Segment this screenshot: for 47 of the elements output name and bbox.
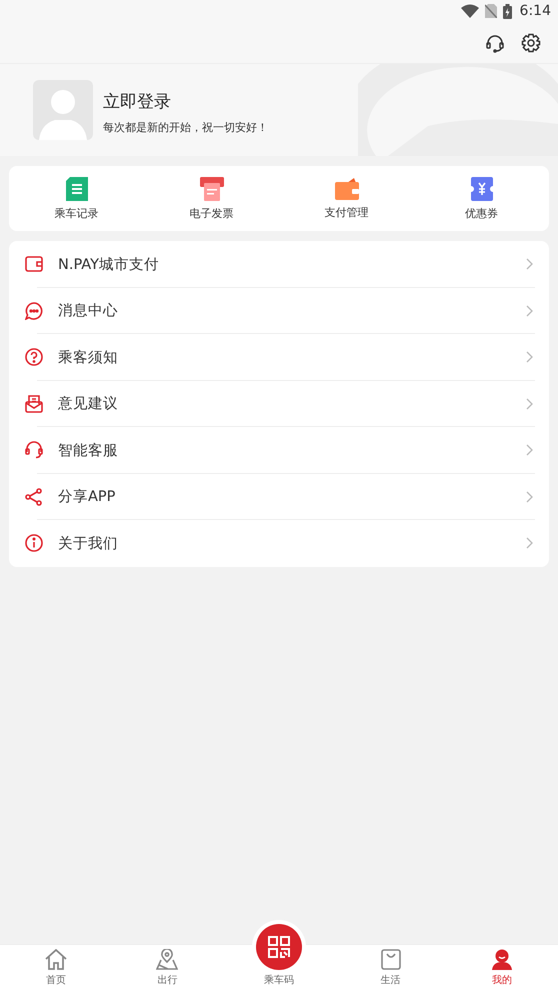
quick-action-label[interactable]: 支付管理: [324, 204, 368, 220]
status-time: 6:14: [520, 3, 551, 19]
menu-item[interactable]: N.PAY城市支付: [58, 254, 526, 274]
headset-icon: [25, 441, 43, 460]
chevron-right-icon: [526, 537, 533, 550]
home-icon[interactable]: [44, 949, 67, 970]
headset-icon[interactable]: [485, 32, 505, 52]
chevron-right-icon: [526, 258, 533, 270]
quick-action-label[interactable]: 乘车记录: [54, 206, 98, 220]
info-icon: [25, 534, 43, 552]
share-icon: [25, 488, 43, 506]
person-icon[interactable]: [491, 949, 514, 970]
menu-item[interactable]: 消息中心: [58, 301, 526, 320]
quick-action-label[interactable]: 优惠券: [465, 206, 498, 220]
menu-item[interactable]: 乘客须知: [58, 348, 526, 367]
tab-label[interactable]: 出行: [157, 973, 178, 987]
tab-label[interactable]: 我的: [492, 973, 512, 987]
chevron-right-icon: [526, 490, 533, 503]
tab-label[interactable]: 首页: [46, 973, 66, 987]
map-pin-icon[interactable]: [156, 949, 178, 970]
menu-item[interactable]: 关于我们: [58, 534, 526, 553]
battery-icon: [502, 4, 512, 18]
printer-icon[interactable]: [200, 176, 224, 200]
mail-icon: [25, 394, 43, 413]
wallet-icon[interactable]: [334, 178, 358, 200]
chevron-right-icon: [526, 304, 533, 317]
chevron-right-icon: [526, 444, 533, 456]
menu-item[interactable]: 智能客服: [58, 440, 526, 460]
wifi-icon: [460, 4, 479, 18]
tab-label[interactable]: 生活: [380, 973, 401, 987]
menu-item[interactable]: 意见建议: [58, 394, 526, 414]
qr-code-button[interactable]: [256, 924, 302, 970]
quick-action-label[interactable]: 电子发票: [190, 206, 234, 220]
login-title[interactable]: 立即登录: [103, 90, 268, 112]
chevron-right-icon: [526, 398, 533, 410]
question-icon: [25, 348, 43, 366]
settings-icon[interactable]: [521, 32, 541, 52]
no-sim-icon: [484, 4, 497, 18]
document-icon[interactable]: [66, 176, 88, 200]
tab-label[interactable]: 乘车码: [264, 973, 294, 987]
chevron-right-icon: [526, 351, 533, 364]
menu-item[interactable]: 分享APP: [58, 487, 526, 506]
wallet-icon: [25, 256, 43, 272]
shopping-bag-icon[interactable]: [380, 949, 401, 970]
coupon-icon[interactable]: [470, 176, 492, 200]
chat-icon: [25, 302, 43, 320]
greeting-text: 每次都是新的开始，祝一切安好！: [103, 120, 268, 134]
